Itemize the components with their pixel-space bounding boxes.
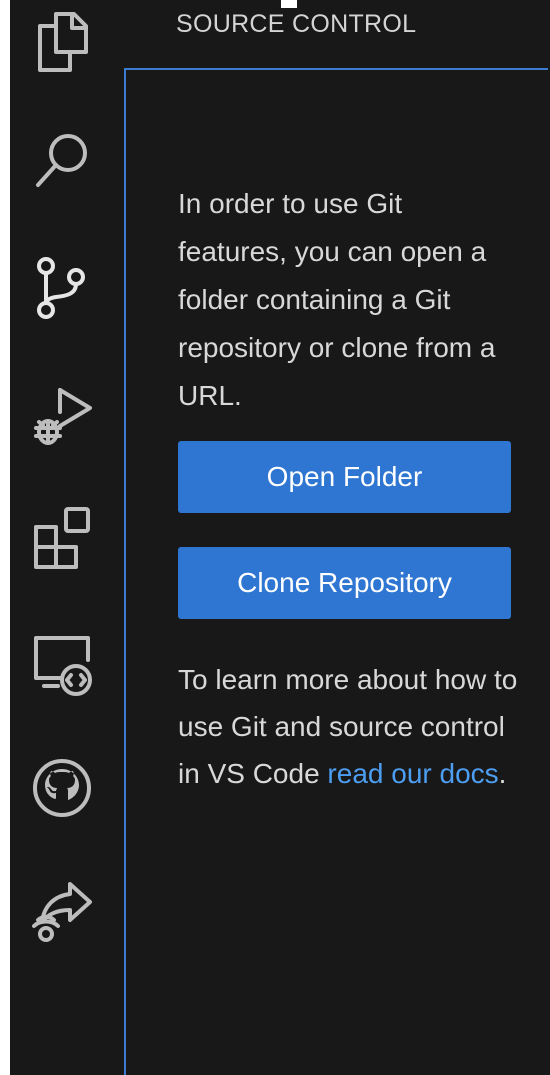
- open-folder-button[interactable]: Open Folder: [178, 441, 511, 513]
- explorer-icon[interactable]: [26, 4, 98, 76]
- read-docs-link[interactable]: read our docs: [327, 758, 498, 789]
- sidebar-title: SOURCE CONTROL: [176, 10, 417, 38]
- extensions-icon[interactable]: [26, 503, 98, 575]
- source-control-view: In order to use Git features, you can op…: [124, 68, 548, 1075]
- intro-text: In order to use Git features, you can op…: [178, 188, 496, 411]
- live-share-icon[interactable]: [26, 874, 98, 946]
- remote-explorer-icon[interactable]: [26, 630, 98, 702]
- help-text-suffix: .: [498, 758, 507, 789]
- help-text: To learn more about how to use Git and s…: [178, 656, 518, 797]
- sidebar-header: SOURCE CONTROL: [124, 0, 550, 68]
- source-control-sidebar: SOURCE CONTROL In order to use Git featu…: [124, 0, 550, 1075]
- title-notch: [281, 0, 297, 8]
- github-icon[interactable]: [26, 752, 98, 824]
- run-debug-icon[interactable]: [26, 376, 98, 448]
- clone-repository-button[interactable]: Clone Repository: [178, 547, 511, 619]
- activity-bar: [10, 0, 124, 1075]
- search-icon[interactable]: [26, 123, 98, 195]
- vscode-window: SOURCE CONTROL In order to use Git featu…: [0, 0, 550, 1075]
- source-control-icon[interactable]: [26, 250, 98, 322]
